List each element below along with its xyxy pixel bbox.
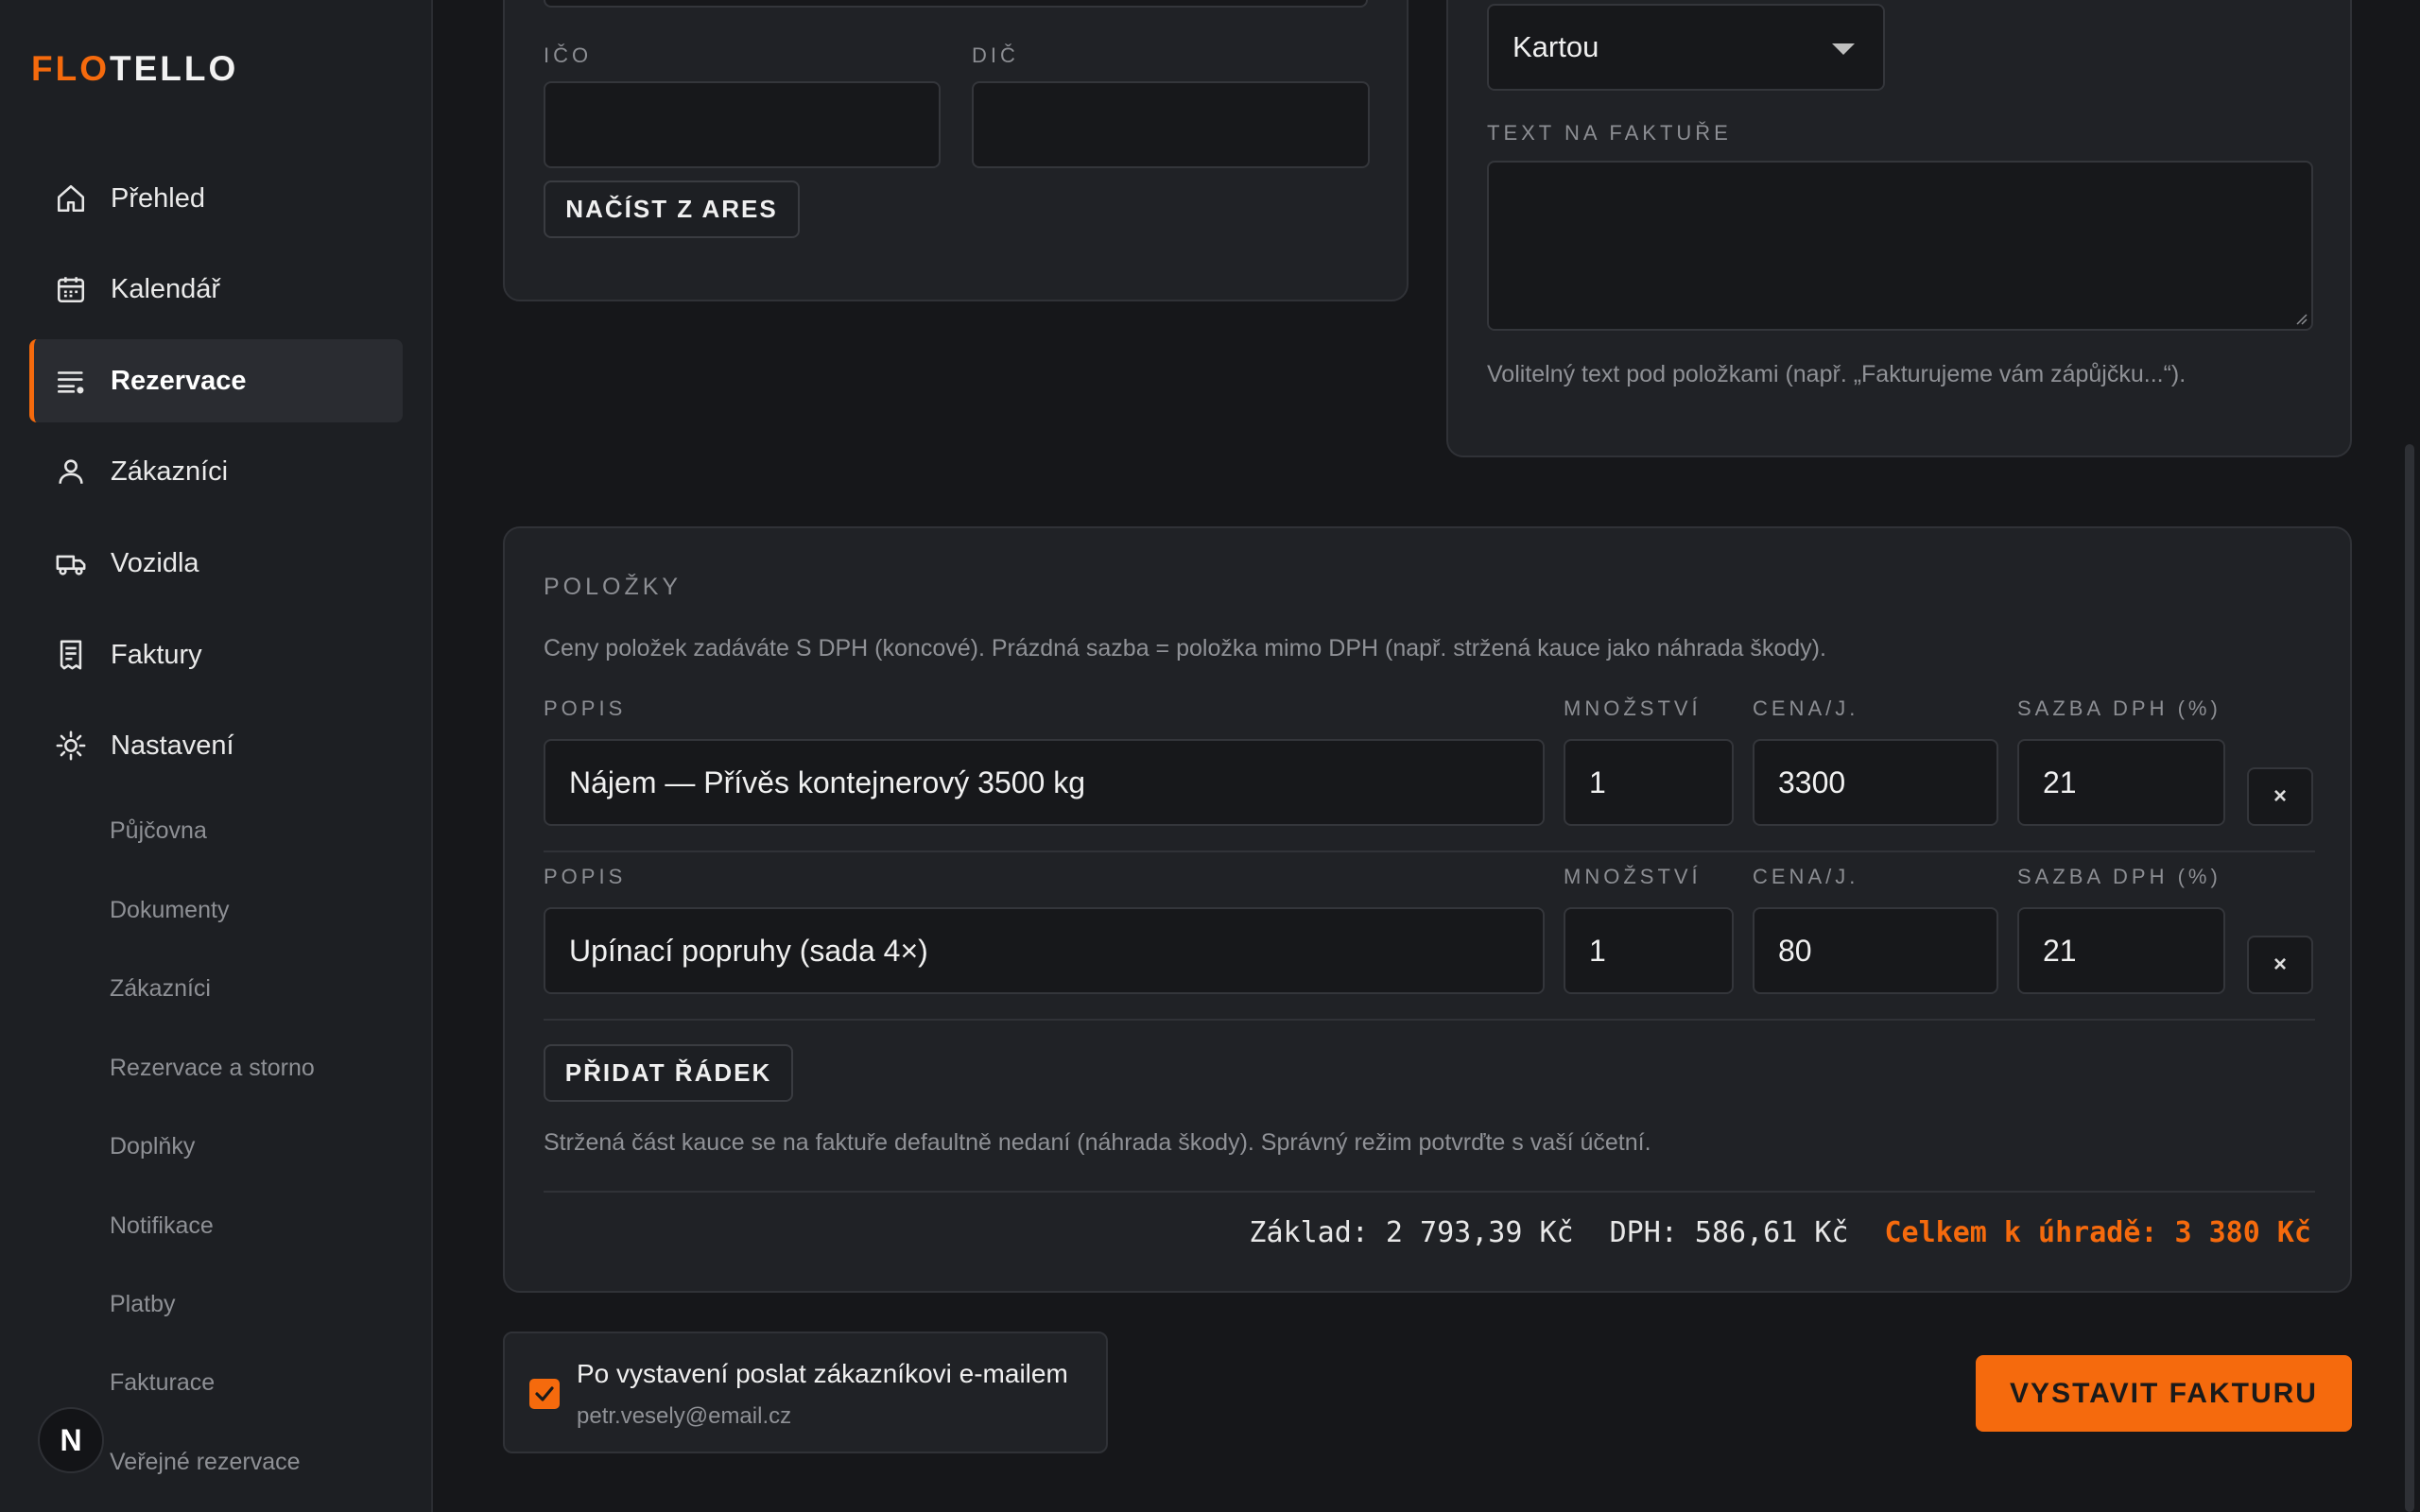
price-label: CENA/J. bbox=[1753, 865, 1859, 888]
avatar[interactable]: N bbox=[38, 1407, 104, 1473]
subnav-verejne-rezervace[interactable]: Veřejné rezervace bbox=[110, 1449, 301, 1476]
grand-total: Celkem k úhradě: 3 380 Kč bbox=[1884, 1216, 2311, 1249]
totals-divider bbox=[544, 1191, 2315, 1193]
items-hint: Ceny položek zadáváte S DPH (koncové). P… bbox=[544, 635, 1826, 662]
previous-input[interactable] bbox=[544, 0, 1368, 8]
list-icon bbox=[52, 365, 90, 397]
price-label: CENA/J. bbox=[1753, 696, 1859, 720]
invoice-text-card: Kartou TEXT NA FAKTUŘE Volitelný text po… bbox=[1446, 0, 2352, 457]
send-email-label: Po vystavení poslat zákazníkovi e-mailem bbox=[577, 1359, 1068, 1388]
subnav-platby[interactable]: Platby bbox=[110, 1291, 175, 1318]
item-qty-input[interactable]: 1 bbox=[1564, 907, 1734, 994]
invoice-text-area[interactable] bbox=[1487, 161, 2313, 331]
resize-handle-icon[interactable] bbox=[2294, 312, 2308, 325]
item-qty-input[interactable]: 1 bbox=[1564, 739, 1734, 826]
home-icon bbox=[52, 182, 90, 215]
item-price-input[interactable]: 3300 bbox=[1753, 739, 1998, 826]
qty-label: MNOŽSTVÍ bbox=[1564, 696, 1702, 720]
subnav-pujcovna[interactable]: Půjčovna bbox=[110, 817, 207, 845]
base-total: Základ: 2 793,39 Kč bbox=[1249, 1216, 1574, 1249]
deposit-note: Stržená část kauce se na faktuře default… bbox=[544, 1129, 1651, 1156]
truck-icon bbox=[52, 547, 90, 579]
vat-total: DPH: 586,61 Kč bbox=[1609, 1216, 1849, 1249]
ico-label: IČO bbox=[544, 43, 593, 67]
subnav-zakaznici[interactable]: Zákazníci bbox=[110, 975, 211, 1003]
subnav-rezervace-storno[interactable]: Rezervace a storno bbox=[110, 1055, 315, 1082]
payment-method-select[interactable]: Kartou bbox=[1487, 4, 1885, 91]
close-icon: × bbox=[2273, 952, 2287, 977]
calendar-icon bbox=[52, 273, 90, 305]
row-divider bbox=[544, 850, 2315, 852]
subnav-notifikace[interactable]: Notifikace bbox=[110, 1212, 214, 1240]
remove-row-button[interactable]: × bbox=[2247, 767, 2313, 826]
company-card: IČO DIČ NAČÍST Z ARES bbox=[503, 0, 1409, 301]
app-logo[interactable]: FLOTELLO bbox=[31, 49, 238, 89]
vat-label: SAZBA DPH (%) bbox=[2017, 865, 2221, 888]
subnav-fakturace[interactable]: Fakturace bbox=[110, 1369, 215, 1397]
gear-icon bbox=[52, 730, 90, 762]
load-ares-button[interactable]: NAČÍST Z ARES bbox=[544, 180, 800, 238]
customer-email: petr.vesely@email.cz bbox=[577, 1403, 792, 1429]
totals-row: Základ: 2 793,39 Kč DPH: 586,61 Kč Celke… bbox=[1249, 1216, 2311, 1249]
subnav-dokumenty[interactable]: Dokumenty bbox=[110, 897, 229, 924]
chevron-down-icon bbox=[1832, 43, 1855, 55]
vat-label: SAZBA DPH (%) bbox=[2017, 696, 2221, 720]
scrollbar-thumb[interactable] bbox=[2405, 444, 2414, 1512]
nav-item-zakaznici[interactable]: Zákazníci bbox=[29, 430, 403, 513]
nav-item-kalendar[interactable]: Kalendář bbox=[29, 248, 403, 331]
item-desc-input[interactable]: Nájem — Přívěs kontejnerový 3500 kg bbox=[544, 739, 1545, 826]
ico-input[interactable] bbox=[544, 81, 941, 168]
sidebar: FLOTELLO Přehled Kalendář Rezervace Záka… bbox=[0, 0, 433, 1512]
send-email-card[interactable]: Po vystavení poslat zákazníkovi e-mailem… bbox=[503, 1332, 1108, 1453]
send-email-checkbox[interactable] bbox=[529, 1379, 560, 1409]
items-title: POLOŽKY bbox=[544, 574, 683, 600]
nav-item-nastaveni[interactable]: Nastavení bbox=[29, 704, 403, 787]
desc-label: POPIS bbox=[544, 865, 627, 888]
user-icon bbox=[52, 455, 90, 488]
check-icon bbox=[535, 1386, 554, 1401]
row-divider bbox=[544, 1019, 2315, 1021]
desc-label: POPIS bbox=[544, 696, 627, 720]
nav-item-prehled[interactable]: Přehled bbox=[29, 157, 403, 240]
nav-item-rezervace[interactable]: Rezervace bbox=[29, 339, 403, 422]
close-icon: × bbox=[2273, 783, 2287, 809]
nav-item-faktury[interactable]: Faktury bbox=[29, 613, 403, 696]
dic-input[interactable] bbox=[972, 81, 1370, 168]
item-vat-input[interactable]: 21 bbox=[2017, 907, 2225, 994]
items-card: POLOŽKY Ceny položek zadáváte S DPH (kon… bbox=[503, 526, 2352, 1293]
item-desc-input[interactable]: Upínací popruhy (sada 4×) bbox=[544, 907, 1545, 994]
remove-row-button[interactable]: × bbox=[2247, 936, 2313, 994]
add-row-button[interactable]: PŘIDAT ŘÁDEK bbox=[544, 1044, 793, 1102]
qty-label: MNOŽSTVÍ bbox=[1564, 865, 1702, 888]
issue-invoice-button[interactable]: VYSTAVIT FAKTURU bbox=[1976, 1355, 2352, 1432]
item-vat-input[interactable]: 21 bbox=[2017, 739, 2225, 826]
receipt-icon bbox=[52, 639, 90, 671]
nav-item-vozidla[interactable]: Vozidla bbox=[29, 522, 403, 605]
item-price-input[interactable]: 80 bbox=[1753, 907, 1998, 994]
invoice-text-help: Volitelný text pod položkami (např. „Fak… bbox=[1487, 361, 2187, 387]
dic-label: DIČ bbox=[972, 43, 1019, 67]
invoice-text-label: TEXT NA FAKTUŘE bbox=[1487, 121, 1732, 145]
subnav-doplnky[interactable]: Doplňky bbox=[110, 1133, 195, 1160]
